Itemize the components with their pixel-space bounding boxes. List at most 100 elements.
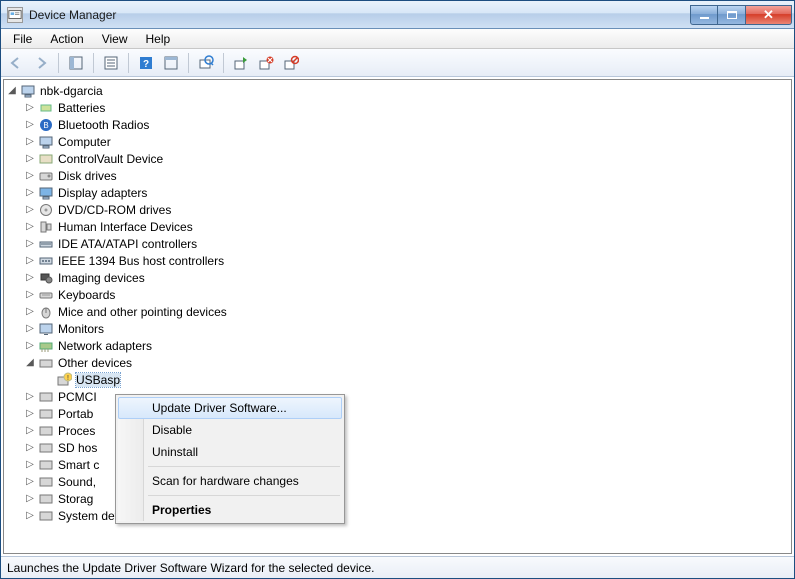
context-separator (148, 495, 340, 496)
tree-category[interactable]: ▷Keyboards (22, 286, 791, 303)
expand-icon[interactable]: ▷ (24, 459, 36, 471)
tree-item-label: Imaging devices (58, 271, 145, 285)
expand-icon[interactable]: ▷ (24, 187, 36, 199)
update-driver-button[interactable] (230, 52, 252, 74)
svg-text:!: ! (67, 375, 69, 382)
expand-icon[interactable]: ▷ (24, 323, 36, 335)
back-button[interactable] (5, 52, 27, 74)
tree-item-label: Computer (58, 135, 111, 149)
ctx-scan-hardware[interactable]: Scan for hardware changes (118, 470, 342, 492)
title-bar[interactable]: Device Manager ✕ (1, 1, 794, 29)
tree-category[interactable]: ▷BBluetooth Radios (22, 116, 791, 133)
tree-root[interactable]: ◢ nbk-dgarcia (4, 82, 791, 99)
tree-item-label: Portab (58, 407, 93, 421)
tree-item-label: Monitors (58, 322, 104, 336)
tree-item-label: Mice and other pointing devices (58, 305, 227, 319)
separator (128, 53, 129, 73)
tree-item-label: Batteries (58, 101, 105, 115)
status-text: Launches the Update Driver Software Wiza… (7, 561, 375, 575)
expand-icon[interactable]: ▷ (24, 391, 36, 403)
category-icon (38, 389, 54, 405)
ctx-properties[interactable]: Properties (118, 499, 342, 521)
expand-icon[interactable]: ▷ (24, 289, 36, 301)
toolbar: ? (1, 49, 794, 77)
help-button[interactable]: ? (135, 52, 157, 74)
tree-category[interactable]: ▷ControlVault Device (22, 150, 791, 167)
separator (188, 53, 189, 73)
menu-view[interactable]: View (94, 30, 136, 48)
ctx-uninstall[interactable]: Uninstall (118, 441, 342, 463)
tree-category-other-devices[interactable]: ◢Other devices (22, 354, 791, 371)
tree-item-label: Disk drives (58, 169, 117, 183)
category-icon (38, 304, 54, 320)
expand-icon[interactable]: ▷ (24, 272, 36, 284)
category-icon (38, 151, 54, 167)
expand-icon[interactable]: ▷ (24, 153, 36, 165)
other-devices-icon (38, 355, 54, 371)
tree-category[interactable]: ▷IEEE 1394 Bus host controllers (22, 252, 791, 269)
expand-icon[interactable]: ▷ (24, 510, 36, 522)
tree-item-label: Network adapters (58, 339, 152, 353)
expand-icon[interactable]: ▷ (24, 493, 36, 505)
expand-icon[interactable]: ▷ (24, 255, 36, 267)
show-hide-console-button[interactable] (65, 52, 87, 74)
action-button[interactable] (160, 52, 182, 74)
tree-category[interactable]: ▷ Display adapters (22, 184, 791, 201)
category-icon (38, 321, 54, 337)
tree-device-usbasp[interactable]: !USBasp (40, 371, 791, 388)
tree-item-label: Sound, (58, 475, 96, 489)
ctx-disable[interactable]: Disable (118, 419, 342, 441)
tree-category[interactable]: ▷ Monitors (22, 320, 791, 337)
status-bar: Launches the Update Driver Software Wiza… (1, 556, 794, 578)
tree-category[interactable]: ▷ Network adapters (22, 337, 791, 354)
ctx-update-driver[interactable]: Update Driver Software... (118, 397, 342, 419)
tree-category[interactable]: ▷ Imaging devices (22, 269, 791, 286)
window-title: Device Manager (29, 8, 116, 22)
category-icon (38, 236, 54, 252)
scan-hardware-button[interactable] (195, 52, 217, 74)
tree-category[interactable]: ▷IDE ATA/ATAPI controllers (22, 235, 791, 252)
tree-category[interactable]: ▷ Computer (22, 133, 791, 150)
expand-icon[interactable]: ▷ (24, 221, 36, 233)
tree-category[interactable]: ▷ DVD/CD-ROM drives (22, 201, 791, 218)
tree-item-label: Proces (58, 424, 95, 438)
category-icon (38, 185, 54, 201)
expand-icon[interactable]: ▷ (24, 102, 36, 114)
maximize-button[interactable] (718, 5, 746, 25)
expand-icon[interactable]: ▷ (24, 476, 36, 488)
content-area: ◢ nbk-dgarcia ▷ Batteries▷BBluetooth Radi… (1, 77, 794, 556)
expand-icon[interactable]: ▷ (24, 408, 36, 420)
expand-icon[interactable]: ▷ (24, 119, 36, 131)
forward-button[interactable] (30, 52, 52, 74)
menu-help[interactable]: Help (138, 30, 179, 48)
menu-action[interactable]: Action (42, 30, 91, 48)
collapse-icon[interactable]: ◢ (6, 85, 18, 97)
expand-icon[interactable]: ▷ (24, 238, 36, 250)
expand-icon[interactable]: ▷ (24, 306, 36, 318)
tree-category[interactable]: ▷ Batteries (22, 99, 791, 116)
expand-icon[interactable]: ▷ (24, 442, 36, 454)
tree-item-label: Storag (58, 492, 93, 506)
collapse-icon[interactable]: ◢ (24, 357, 36, 369)
tree-category[interactable]: ▷ Disk drives (22, 167, 791, 184)
expand-icon[interactable]: ▷ (24, 204, 36, 216)
device-manager-window: Device Manager ✕ File Action View Help ? (0, 0, 795, 579)
menu-file[interactable]: File (5, 30, 40, 48)
unknown-device-icon: ! (56, 372, 72, 388)
expand-icon[interactable]: ▷ (24, 425, 36, 437)
separator (223, 53, 224, 73)
properties-button[interactable] (100, 52, 122, 74)
disable-button[interactable] (280, 52, 302, 74)
close-button[interactable]: ✕ (746, 5, 792, 25)
expand-icon[interactable]: ▷ (24, 170, 36, 182)
tree-item-label: Display adapters (58, 186, 147, 200)
expand-icon[interactable]: ▷ (24, 340, 36, 352)
category-icon (38, 491, 54, 507)
uninstall-button[interactable] (255, 52, 277, 74)
expand-icon[interactable]: ▷ (24, 136, 36, 148)
tree-item-label: DVD/CD-ROM drives (58, 203, 171, 217)
tree-category[interactable]: ▷ Mice and other pointing devices (22, 303, 791, 320)
minimize-button[interactable] (690, 5, 718, 25)
tree-category[interactable]: ▷Human Interface Devices (22, 218, 791, 235)
context-separator (148, 466, 340, 467)
